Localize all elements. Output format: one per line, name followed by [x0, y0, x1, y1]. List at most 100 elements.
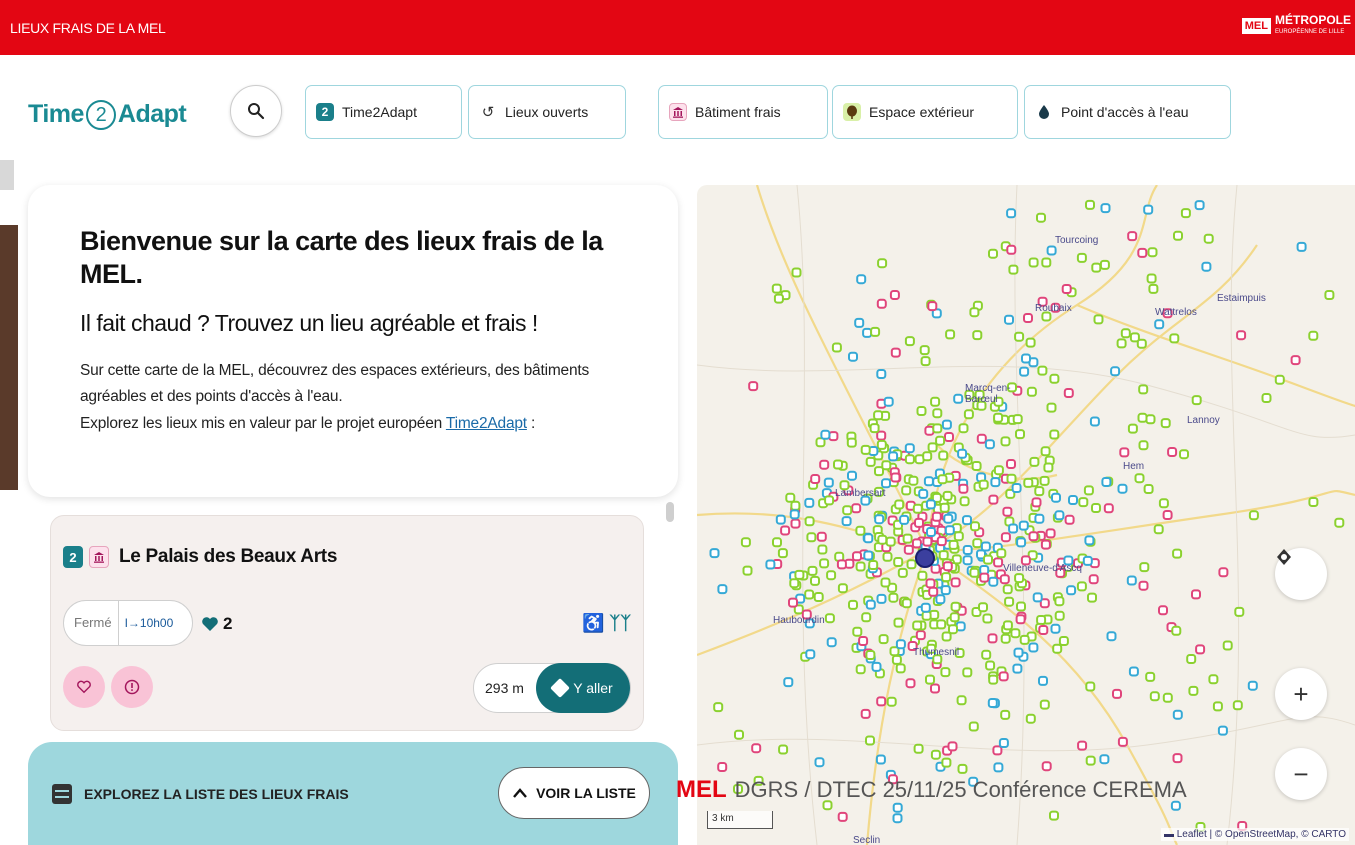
map-marker[interactable]	[985, 660, 996, 671]
map-marker[interactable]	[1039, 699, 1050, 710]
map-marker[interactable]	[906, 559, 917, 570]
map-marker[interactable]	[1032, 592, 1043, 603]
map-marker[interactable]	[1234, 606, 1245, 617]
map-marker[interactable]	[912, 503, 923, 514]
map-marker[interactable]	[911, 538, 922, 549]
map-marker[interactable]	[918, 488, 929, 499]
map-marker[interactable]	[993, 557, 1004, 568]
map-marker[interactable]	[1248, 510, 1259, 521]
map-marker[interactable]	[925, 578, 936, 589]
map-marker[interactable]	[876, 439, 887, 450]
map-marker[interactable]	[935, 435, 946, 446]
map-marker[interactable]	[948, 624, 958, 635]
map-marker[interactable]	[848, 351, 858, 362]
map-marker[interactable]	[1063, 388, 1074, 398]
map-marker[interactable]	[819, 558, 830, 569]
map-marker[interactable]	[972, 538, 983, 549]
map-marker[interactable]	[748, 381, 759, 392]
map-marker[interactable]	[1106, 631, 1117, 642]
map-marker[interactable]	[861, 612, 872, 623]
map-marker[interactable]	[1208, 674, 1219, 685]
map-marker[interactable]	[1015, 614, 1026, 625]
map-marker[interactable]	[855, 525, 866, 536]
map-marker[interactable]	[1139, 562, 1150, 573]
map-marker[interactable]	[816, 531, 827, 542]
map-marker[interactable]	[1191, 589, 1201, 600]
map-marker[interactable]	[1296, 241, 1307, 252]
mel-logo[interactable]: MEL MÉTROPOLE EUROPÉENNE DE LILLE	[1241, 6, 1351, 46]
map-marker[interactable]	[709, 548, 720, 559]
map-marker[interactable]	[912, 620, 923, 631]
map-marker[interactable]	[1038, 625, 1049, 635]
map-marker[interactable]	[1145, 414, 1156, 425]
map-marker[interactable]	[855, 664, 866, 675]
map-marker[interactable]	[937, 474, 948, 485]
time2adapt-link[interactable]: Time2Adapt	[446, 415, 527, 432]
map-marker[interactable]	[876, 696, 887, 707]
map-marker[interactable]	[968, 721, 979, 732]
map-marker[interactable]	[904, 336, 915, 347]
map-marker[interactable]	[773, 293, 784, 304]
map-marker[interactable]	[962, 545, 973, 555]
map-marker[interactable]	[783, 677, 794, 688]
map-marker[interactable]	[940, 667, 951, 678]
map-marker[interactable]	[1308, 330, 1319, 341]
map-marker[interactable]	[1236, 330, 1247, 341]
map-marker[interactable]	[1091, 503, 1101, 513]
filter-batiment-frais[interactable]: Bâtiment frais	[658, 85, 828, 139]
map-marker[interactable]	[914, 517, 924, 528]
map-marker[interactable]	[957, 448, 968, 459]
map-marker[interactable]	[1154, 319, 1165, 330]
map-marker[interactable]	[882, 551, 893, 562]
map-marker[interactable]	[1145, 671, 1156, 682]
map-marker[interactable]	[976, 433, 987, 444]
map-marker[interactable]	[1000, 436, 1011, 447]
map-marker[interactable]	[1011, 483, 1022, 493]
map-marker[interactable]	[988, 494, 999, 505]
map-marker[interactable]	[1028, 531, 1039, 542]
map-marker[interactable]	[1034, 486, 1045, 497]
map-marker[interactable]	[987, 633, 998, 644]
map-marker[interactable]	[1093, 314, 1104, 325]
map-marker[interactable]	[873, 410, 884, 421]
map-marker[interactable]	[828, 431, 839, 442]
map-marker[interactable]	[751, 743, 762, 754]
map-marker[interactable]	[949, 612, 960, 623]
map-marker[interactable]	[734, 729, 744, 740]
map-marker[interactable]	[1169, 333, 1180, 344]
map-marker[interactable]	[1091, 262, 1102, 273]
map-marker[interactable]	[1002, 506, 1013, 517]
map-marker[interactable]	[1101, 477, 1112, 487]
map-marker[interactable]	[790, 518, 801, 529]
map-marker[interactable]	[740, 537, 751, 548]
map-marker[interactable]	[920, 602, 931, 613]
map-marker[interactable]	[876, 369, 887, 379]
map-marker[interactable]	[1334, 517, 1345, 528]
map-marker[interactable]	[930, 749, 941, 760]
map-marker[interactable]	[1013, 647, 1024, 658]
map-marker[interactable]	[1049, 429, 1060, 440]
map-marker[interactable]	[1000, 532, 1011, 543]
map-marker[interactable]	[1126, 575, 1137, 586]
map-marker[interactable]	[945, 329, 956, 340]
map-marker[interactable]	[983, 554, 993, 565]
map-marker[interactable]	[1006, 473, 1017, 484]
map-marker[interactable]	[1158, 605, 1168, 616]
map-marker[interactable]	[885, 536, 896, 547]
map-marker[interactable]	[1127, 231, 1138, 242]
map-marker[interactable]	[1034, 513, 1045, 524]
map-marker[interactable]	[1147, 247, 1158, 258]
map-marker[interactable]	[765, 559, 776, 570]
map-marker[interactable]	[876, 298, 887, 309]
map-marker[interactable]	[971, 461, 982, 471]
map-marker[interactable]	[1138, 384, 1149, 395]
map-marker[interactable]	[1261, 393, 1272, 403]
map-marker[interactable]	[1162, 692, 1173, 703]
map-marker[interactable]	[771, 283, 782, 294]
map-marker[interactable]	[806, 532, 817, 543]
map-marker[interactable]	[938, 450, 949, 461]
map-marker[interactable]	[1085, 681, 1096, 692]
map-marker[interactable]	[1084, 535, 1095, 546]
map-marker[interactable]	[897, 567, 908, 578]
map-marker[interactable]	[1029, 456, 1040, 467]
